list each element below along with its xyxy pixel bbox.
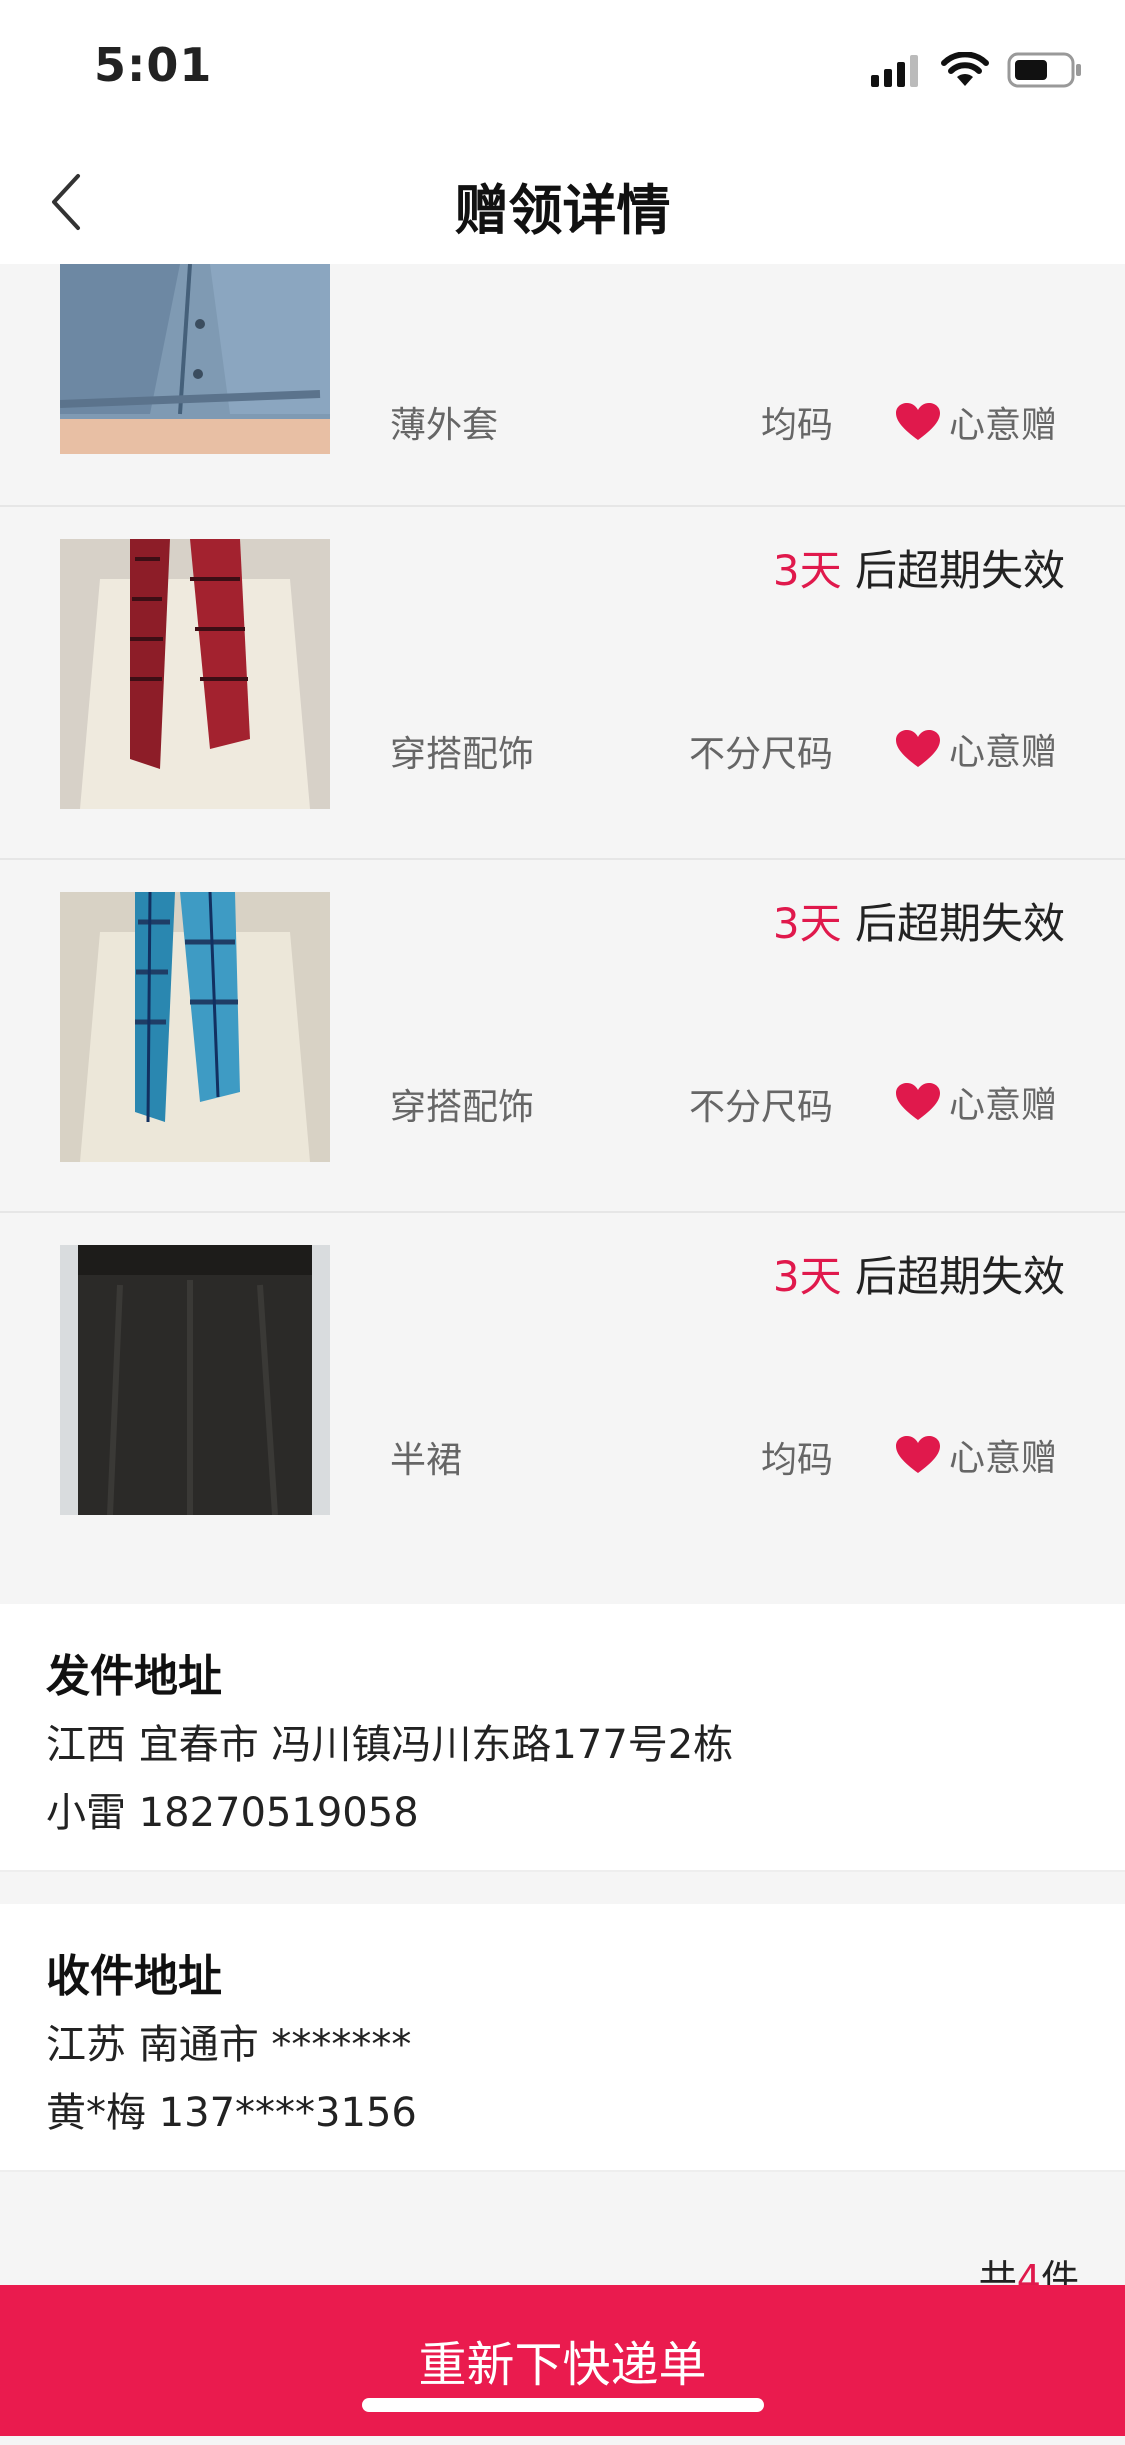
receiver-address-card: 收件地址 江苏 南通市 ******* 黄*梅 137****3156 — [0, 1904, 1125, 2172]
sender-contact: 小雷 18270519058 — [46, 1790, 419, 1836]
status-time: 5:01 — [94, 38, 213, 92]
item-category: 穿搭配饰 — [390, 1087, 535, 1128]
heart-icon — [895, 1083, 940, 1120]
status-icons — [871, 48, 1083, 92]
item-category: 薄外套 — [390, 405, 499, 446]
reorder-express-button[interactable]: 重新下快递单 — [0, 2285, 1125, 2436]
expiry-notice: 3天 后超期失效 — [773, 537, 1065, 598]
receiver-contact: 黄*梅 137****3156 — [46, 2090, 417, 2136]
gift-type-label: 心意赠 — [948, 732, 1057, 773]
item-category: 穿搭配饰 — [390, 734, 535, 775]
gift-type-tag: 心意赠 — [895, 723, 1057, 775]
item-photo-blue-scarf — [60, 892, 330, 1162]
gift-type-label: 心意赠 — [948, 405, 1057, 446]
sender-address-card: 发件地址 江西 宜春市 冯川镇冯川东路177号2栋 小雷 18270519058 — [0, 1604, 1125, 1872]
navigation-bar: 赠领详情 — [0, 140, 1125, 264]
item-size: 不分尺码 — [688, 1087, 833, 1128]
gift-item[interactable]: 3天 后超期失效 半裙 均码 心意赠 — [0, 1213, 1125, 1566]
expiry-notice: 3天 后超期失效 — [773, 890, 1065, 951]
page-title: 赠领详情 — [454, 179, 671, 242]
heart-icon — [895, 730, 940, 767]
item-size: 不分尺码 — [688, 734, 833, 775]
gift-type-label: 心意赠 — [948, 1085, 1057, 1126]
gift-type-tag: 心意赠 — [895, 396, 1057, 448]
item-photo-red-scarf — [60, 539, 330, 809]
expiry-days: 3天 — [772, 546, 842, 595]
expiry-suffix: 后超期失效 — [841, 1252, 1065, 1301]
battery-icon — [1007, 52, 1081, 88]
gift-type-label: 心意赠 — [948, 1438, 1057, 1479]
gift-item[interactable]: 3天 后超期失效 穿搭配饰 不分尺码 心意赠 — [0, 507, 1125, 860]
gift-type-tag: 心意赠 — [895, 1076, 1057, 1128]
receiver-address-title: 收件地址 — [46, 1951, 222, 2002]
heart-icon — [895, 1436, 940, 1473]
sender-address-title: 发件地址 — [46, 1651, 222, 1702]
item-photo-black-skirt — [60, 1245, 330, 1515]
item-size: 均码 — [760, 405, 833, 446]
gift-item[interactable]: 3天 后超期失效 穿搭配饰 不分尺码 心意赠 — [0, 860, 1125, 1213]
expiry-suffix: 后超期失效 — [841, 546, 1065, 595]
home-indicator — [362, 2398, 764, 2412]
gift-type-tag: 心意赠 — [895, 1429, 1057, 1481]
cellular-signal-icon — [871, 55, 918, 87]
expiry-notice: 3天 后超期失效 — [773, 1243, 1065, 1304]
item-category: 半裙 — [390, 1440, 463, 1481]
expiry-days: 3天 — [772, 1252, 842, 1301]
item-photo-denim-jacket — [60, 264, 330, 454]
expiry-days: 3天 — [772, 899, 842, 948]
status-bar: 5:01 — [0, 0, 1125, 140]
expiry-suffix: 后超期失效 — [841, 899, 1065, 948]
item-size: 均码 — [760, 1440, 833, 1481]
heart-icon — [895, 403, 940, 440]
wifi-icon — [941, 52, 989, 86]
sender-address: 江西 宜春市 冯川镇冯川东路177号2栋 — [46, 1722, 734, 1768]
gift-item[interactable]: 薄外套 均码 心意赠 — [0, 264, 1125, 507]
receiver-address: 江苏 南通市 ******* — [46, 2022, 412, 2068]
